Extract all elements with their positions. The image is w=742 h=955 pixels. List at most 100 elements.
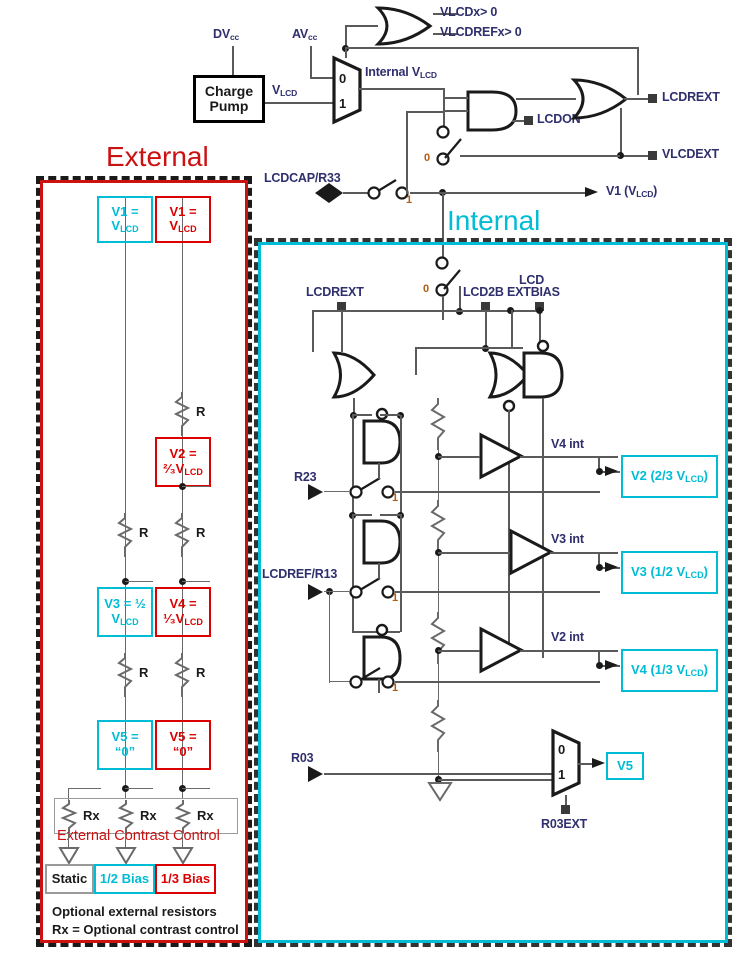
output-box-v5: V5 bbox=[606, 752, 644, 780]
nand2-out-wire bbox=[378, 563, 380, 579]
out-v4-arrow-icon bbox=[605, 660, 618, 670]
charge-pump-block: Charge Pump bbox=[193, 75, 265, 123]
v1-out-wire bbox=[410, 192, 590, 194]
nand1-in2-h bbox=[380, 414, 400, 416]
buffer-v2int bbox=[479, 626, 525, 674]
ext-box-v3-l1: V3 = ½ bbox=[104, 596, 146, 612]
bias-box-third-label: 1/3 Bias bbox=[160, 870, 211, 886]
switch-row2-1-label: 1 bbox=[392, 592, 399, 604]
vlcdext-label: VLCDEXT bbox=[662, 147, 719, 161]
vlcd-wire bbox=[265, 102, 335, 104]
avcc-label: AVcc bbox=[292, 27, 318, 42]
v2-tap-wire bbox=[182, 486, 210, 488]
internal-header: Internal bbox=[447, 205, 541, 236]
vlcdx-label: VLCDx> 0 bbox=[440, 5, 498, 19]
ext-r-label-l2: R bbox=[139, 525, 149, 540]
lcdrext-internal-wire bbox=[341, 310, 343, 352]
lcdref-r13-arrow-icon bbox=[308, 584, 323, 600]
lcdrext-internal-label: LCDREXT bbox=[306, 285, 364, 299]
ext-resistor-r1 bbox=[173, 392, 191, 436]
lcd2b-wire bbox=[485, 310, 487, 348]
v3-tap-wire bbox=[125, 581, 153, 583]
and-in1-wire bbox=[444, 97, 468, 99]
lcdref-wire bbox=[324, 591, 349, 593]
switch-lcdcap bbox=[367, 179, 409, 200]
vlcdext-wire bbox=[620, 155, 650, 157]
ext-box-v1-red-l2: VLCD bbox=[169, 218, 197, 235]
ext-box-v1-cyan: V1 = VLCD bbox=[97, 196, 153, 243]
v4-tap-wire bbox=[182, 581, 210, 583]
ground-symbol-icon bbox=[427, 782, 453, 802]
charge-pump-line1: Charge bbox=[204, 82, 254, 99]
r03-wire bbox=[324, 773, 554, 775]
switch-row1-1-label: 1 bbox=[392, 492, 399, 504]
bias-arrow-2-icon bbox=[115, 847, 137, 865]
output-box-v4: V4 (1/3 VLCD) bbox=[621, 649, 718, 692]
output-box-v3-label: V3 (1/2 VLCD) bbox=[630, 563, 709, 580]
nand-gate-internal bbox=[522, 339, 564, 399]
buffer3-in-wire bbox=[438, 650, 480, 652]
nand1-out-wire bbox=[378, 463, 380, 479]
r03-label: R03 bbox=[291, 751, 314, 765]
vlcd-label: VLCD bbox=[272, 83, 298, 98]
external-notes: Optional external resistors Rx = Optiona… bbox=[52, 903, 239, 938]
internal-resistor-3 bbox=[430, 612, 446, 664]
vlcdrefx-label: VLCDREFx> 0 bbox=[440, 25, 522, 39]
or-gate-vlcd bbox=[374, 6, 433, 46]
avcc-down-wire bbox=[637, 47, 639, 95]
ext-resistor-r2 bbox=[173, 513, 191, 557]
r03-mux-1-label: 1 bbox=[558, 767, 566, 782]
ext-left-rail bbox=[125, 196, 127, 798]
node-out-v3 bbox=[596, 564, 603, 571]
ext-box-v1-red-l1: V1 = bbox=[169, 203, 197, 219]
ext-box-v1-red: V1 = VLCD bbox=[155, 196, 211, 243]
r03-mux-0-label: 0 bbox=[558, 742, 566, 757]
external-note-line2: Rx = Optional contrast control bbox=[52, 921, 239, 937]
v2int-label: V2 int bbox=[551, 630, 584, 644]
switch-row2 bbox=[349, 577, 395, 599]
lcdrext-pin-icon bbox=[648, 94, 657, 103]
vlcdext-pin-icon bbox=[648, 151, 657, 160]
ground-to-mux-wire bbox=[438, 779, 554, 781]
bus-left-down-wire bbox=[312, 310, 314, 352]
lcd-extbias-label-l2: EXTBIAS bbox=[507, 285, 560, 299]
node-bus-right bbox=[536, 307, 543, 314]
ext-box-v4-red: V4 = ¹⁄₃VLCD bbox=[155, 587, 211, 637]
ext-box-v2-l2: ²⁄₃VLCD bbox=[163, 460, 203, 477]
lcdrext-label: LCDREXT bbox=[662, 90, 720, 104]
rx-label-2: Rx bbox=[140, 808, 157, 823]
and-in2-wire bbox=[444, 110, 468, 112]
switch-internal-top-0-label: 0 bbox=[423, 283, 430, 295]
r03ext-label: R03EXT bbox=[541, 817, 588, 831]
ext-box-v5c-l1: V5 = bbox=[111, 729, 139, 745]
rx-label-1: Rx bbox=[83, 808, 100, 823]
out-v2-arrow-icon bbox=[605, 466, 618, 476]
and-out-wire bbox=[516, 98, 576, 100]
external-note-line1: Optional external resistors bbox=[52, 904, 217, 919]
lcd2b-label: LCD2B bbox=[463, 285, 504, 299]
internal-vlcd-wire-h bbox=[358, 88, 444, 90]
r23-arrow-icon bbox=[308, 484, 323, 500]
lcdref-down-wire bbox=[329, 591, 331, 683]
switch-vlcdext-0-label: 0 bbox=[424, 152, 431, 164]
r03-mux bbox=[551, 728, 581, 798]
output-box-v3: V3 (1/2 VLCD) bbox=[621, 551, 718, 594]
node-out-v4 bbox=[596, 662, 603, 669]
lcd-voltage-diagram: DVcc AVcc Charge Pump VLCD VLCDx> 0 VLCD… bbox=[0, 0, 742, 955]
lcdon-pin-icon bbox=[524, 116, 533, 125]
nand2-in1-h bbox=[352, 514, 372, 516]
lcdrext-wire bbox=[624, 98, 650, 100]
ext-box-v3-l2: VLCD bbox=[111, 610, 139, 627]
internal-resistor-4 bbox=[430, 700, 446, 752]
bias-box-half: 1/2 Bias bbox=[94, 864, 155, 894]
ext-box-v4-l2: ¹⁄₃VLCD bbox=[163, 610, 203, 627]
bias-box-static: Static bbox=[45, 864, 94, 894]
bias-box-static-label: Static bbox=[51, 870, 88, 886]
nand2-left-rail bbox=[352, 514, 354, 632]
nand3-out-wire bbox=[378, 679, 380, 693]
buffer1-in-wire bbox=[438, 456, 480, 458]
buffer1-out-wire bbox=[520, 456, 618, 458]
mux-select-wire bbox=[345, 48, 347, 58]
r03-arrow-icon bbox=[308, 766, 323, 782]
switch-lcdcap-1-label: 1 bbox=[406, 194, 413, 206]
